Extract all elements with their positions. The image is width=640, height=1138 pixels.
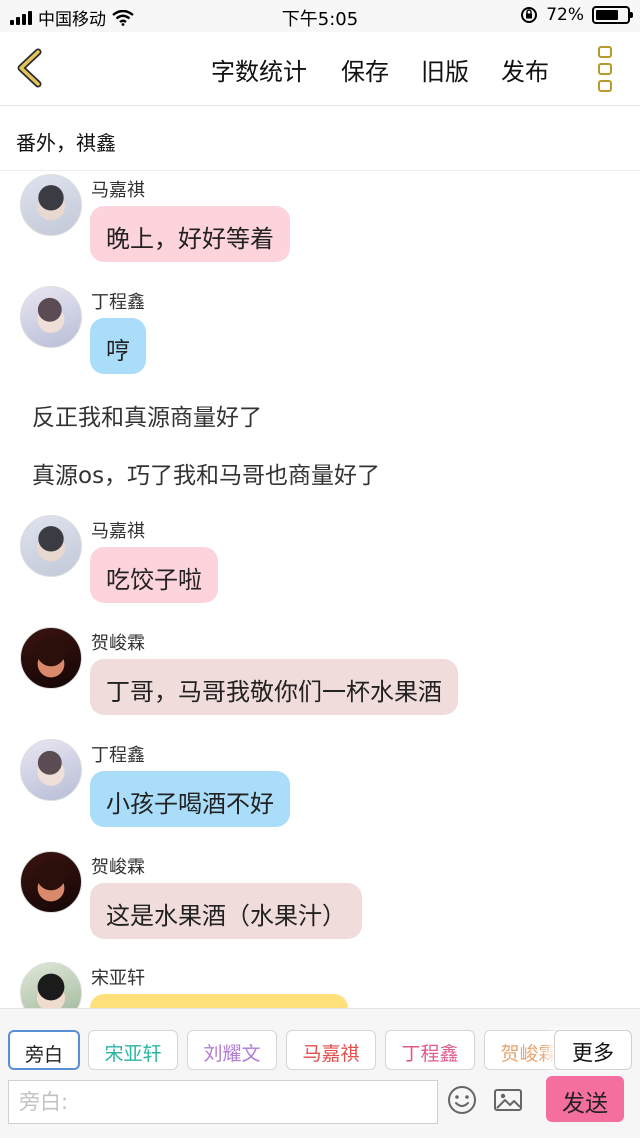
send-button[interactable]: 发送: [546, 1076, 624, 1122]
status-bar: 中国移动 下午5:05 72%: [0, 0, 640, 32]
chapter-title: 番外，祺鑫: [16, 131, 116, 155]
avatar[interactable]: [20, 962, 82, 1008]
character-selector: 旁白 宋亚轩 刘耀文 马嘉祺 丁程鑫 贺峻霖 更多: [0, 1008, 640, 1078]
more-characters-button[interactable]: 更多: [554, 1030, 632, 1070]
chapter-title-bar[interactable]: 番外，祺鑫: [0, 107, 640, 171]
narration-text[interactable]: 真源os，巧了我和马哥也商量好了: [32, 456, 380, 490]
chevron-left-icon: [17, 48, 42, 88]
character-chip[interactable]: 宋亚轩: [88, 1030, 178, 1070]
more-vertical-icon[interactable]: [598, 46, 616, 92]
image-icon: [494, 1089, 522, 1111]
avatar[interactable]: [20, 515, 82, 577]
back-button[interactable]: [10, 46, 50, 90]
message-bubble[interactable]: 吃饺子啦: [90, 547, 218, 603]
save-button[interactable]: 保存: [341, 52, 389, 87]
message-bubble[interactable]: 丁哥，马哥我敬你们一杯水果酒: [90, 659, 458, 715]
battery-icon: [592, 6, 633, 24]
character-chip[interactable]: 丁程鑫: [385, 1030, 475, 1070]
speaker-name: 马嘉祺: [91, 521, 145, 542]
speaker-name: 马嘉祺: [91, 180, 145, 201]
message-bubble[interactable]: 小孩子喝酒不好: [90, 771, 290, 827]
speaker-name: 贺峻霖: [91, 633, 145, 654]
smiley-icon: [448, 1086, 476, 1114]
status-right: 72%: [520, 5, 633, 25]
speaker-name: 贺峻霖: [91, 857, 145, 878]
avatar[interactable]: [20, 851, 82, 913]
character-chip[interactable]: 刘耀文: [187, 1030, 277, 1070]
message-bubble[interactable]: 这是水果酒（水果汁）: [90, 883, 362, 939]
speaker-name: 丁程鑫: [91, 292, 145, 313]
chat-area[interactable]: 马嘉祺 晚上，好好等着 丁程鑫 哼 反正我和真源商量好了 真源os，巧了我和马哥…: [0, 172, 640, 1008]
old-version-button[interactable]: 旧版: [421, 52, 469, 87]
message-input[interactable]: [8, 1080, 438, 1124]
narration-text[interactable]: 反正我和真源商量好了: [32, 398, 262, 432]
battery-fill: [596, 10, 618, 20]
image-button[interactable]: [492, 1084, 524, 1116]
avatar[interactable]: [20, 286, 82, 348]
word-count-button[interactable]: 字数统计: [211, 52, 307, 87]
battery-percent: 72%: [546, 5, 584, 25]
speaker-name: 宋亚轩: [91, 968, 145, 989]
emoji-button[interactable]: [446, 1084, 478, 1116]
avatar[interactable]: [20, 627, 82, 689]
character-chip-narrator[interactable]: 旁白: [8, 1030, 80, 1070]
character-chip[interactable]: 马嘉祺: [286, 1030, 376, 1070]
publish-button[interactable]: 发布: [501, 52, 549, 87]
input-bar: 发送: [0, 1076, 640, 1138]
avatar[interactable]: [20, 174, 82, 236]
orientation-lock-icon: [521, 7, 538, 23]
message-bubble[interactable]: 晚上，好好等着: [90, 206, 290, 262]
message-bubble[interactable]: [90, 994, 348, 1008]
editor-toolbar: 字数统计 保存 旧版 发布: [0, 32, 640, 106]
avatar[interactable]: [20, 739, 82, 801]
speaker-name: 丁程鑫: [91, 745, 145, 766]
message-bubble[interactable]: 哼: [90, 318, 146, 374]
